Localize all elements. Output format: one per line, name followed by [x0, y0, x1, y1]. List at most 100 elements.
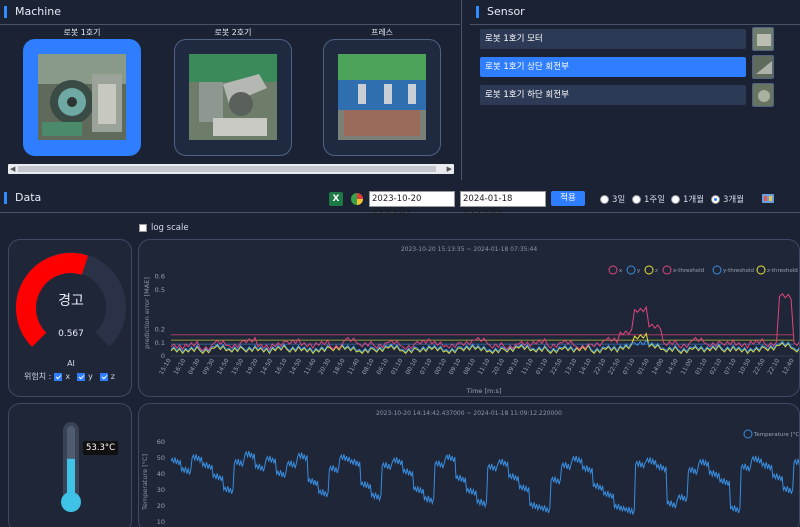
x-tick-label: 01:10 [694, 357, 709, 376]
x-tick-label: 07:10 [419, 357, 434, 376]
axis-x-checkbox[interactable] [54, 372, 63, 381]
y-tick-label: 30 [157, 486, 165, 494]
x-tick-label: 09:10 [448, 357, 463, 376]
legend-marker [608, 265, 618, 275]
range-radio-1week[interactable]: 1주일 [632, 193, 665, 205]
chart-title: 2023-10-20 14:14:42.437000 ~ 2024-01-18 … [376, 410, 562, 417]
x-tick-label: 13:10 [564, 357, 579, 376]
machine-carousel: 로봇 1호기 로봇 2호기 프레스 ◀ ▶ [8, 26, 454, 176]
x-tick-label: 11:40 [346, 357, 361, 376]
sensor-item-motor[interactable]: 로봇 1호기 모터 [480, 29, 746, 49]
x-tick-label: 02:10 [709, 357, 724, 376]
carousel-scrollbar[interactable]: ◀ ▶ [8, 164, 454, 174]
apply-button[interactable]: 적용 [551, 191, 585, 206]
x-tick-label: 22:50 [607, 357, 622, 376]
sensor-item-upper-rotation[interactable]: 로봇 1호기 상단 회전부 [480, 57, 746, 77]
machine-photo-robot2 [189, 54, 277, 140]
x-tick-label: 09:10 [506, 357, 521, 376]
log-scale-label: log scale [151, 223, 189, 233]
y-tick-label: 50 [157, 454, 165, 462]
scroll-left-icon[interactable]: ◀ [10, 165, 15, 173]
sensor-thumb-upper[interactable] [752, 55, 774, 79]
x-tick-label: 15:50 [230, 357, 245, 376]
range-radio-3months[interactable]: 3개월 [711, 193, 744, 205]
x-tick-label: 18:50 [332, 357, 347, 376]
x-tick-label: 14:00 [651, 357, 666, 376]
x-tick-label: 14:50 [259, 357, 274, 376]
x-tick-label: 00:10 [433, 357, 448, 376]
machine-card-robot1[interactable]: 로봇 1호기 [23, 26, 141, 156]
legend-label: y [637, 268, 641, 274]
machine-card-label: 로봇 1호기 [63, 28, 101, 37]
x-tick-label: 01:50 [636, 357, 651, 376]
range-radio-1month[interactable]: 1개월 [671, 193, 704, 205]
thermometer-panel: 53.3°C [8, 403, 132, 527]
x-tick-label: 07:10 [723, 357, 738, 376]
x-tick-label: 15:10 [158, 357, 173, 376]
x-tick-label: 22:50 [549, 357, 564, 376]
log-scale-toggle[interactable]: log scale [139, 223, 189, 233]
x-tick-label: 14:50 [665, 357, 680, 376]
legend-label: Temperature [°C] [753, 432, 799, 438]
y-axis-label: prediction error [MAE] [143, 277, 151, 349]
x-tick-label: 01:10 [390, 357, 405, 376]
temperature-badge: 53.3°C [83, 441, 119, 455]
end-date-input[interactable]: 2024-01-18 13:25:03 [460, 191, 546, 218]
legend-marker [712, 265, 722, 275]
machine-divider [0, 24, 460, 25]
pie-chart-icon[interactable] [350, 192, 364, 206]
axis-z-checkbox[interactable] [99, 372, 108, 381]
legend-label: x [619, 268, 623, 274]
prediction-error-chart: 2023-10-20 15:13:35 ~ 2024-01-18 07:35:4… [143, 246, 799, 395]
x-tick-label: 12:40 [781, 357, 796, 376]
thermometer [61, 422, 81, 512]
y-tick-label: 0 [161, 352, 165, 360]
sensor-thumb-motor[interactable] [752, 27, 774, 51]
y-axis-label: Temperature [°C] [141, 454, 149, 511]
gauge-value: 0.567 [58, 329, 84, 339]
start-date-input[interactable]: 2023-10-20 13:25:03 [369, 191, 455, 218]
x-tick-label: 04:30 [187, 357, 202, 376]
excel-export-icon[interactable]: X [329, 192, 343, 206]
x-tick-label: 09:30 [201, 357, 216, 376]
y-tick-label: 20 [157, 502, 165, 510]
sensor-item-lower-rotation[interactable]: 로봇 1호기 하단 회전부 [480, 85, 746, 105]
machine-card-robot2[interactable]: 로봇 2호기 [174, 26, 292, 156]
y-tick-label: 0.1 [155, 339, 165, 347]
machine-card-label: 프레스 [370, 28, 394, 37]
sensor-thumb-lower[interactable] [752, 83, 774, 107]
machine-card-label: 로봇 2호기 [214, 28, 252, 37]
data-section-title: Data [4, 192, 41, 204]
temperature-panel: 2023-10-20 14:14:42.437000 ~ 2024-01-18 … [138, 403, 800, 527]
scroll-right-icon[interactable]: ▶ [447, 165, 452, 173]
gauge-model-label: AI [67, 359, 75, 368]
x-tick-label: 20:30 [317, 357, 332, 376]
y-tick-label: 0.2 [155, 326, 165, 334]
legend-marker [743, 429, 753, 439]
machine-photo-press [338, 54, 426, 140]
thermometer-bulb [61, 492, 81, 512]
x-axis-label: Time [m:s] [466, 387, 502, 395]
gauge-status-label: 경고 [58, 293, 84, 309]
x-tick-label: 16:10 [173, 357, 188, 376]
x-tick-label: 22:10 [767, 357, 782, 376]
legend-label: x-threshold [673, 268, 704, 274]
x-tick-label: 14:10 [578, 357, 593, 376]
y-tick-label: 60 [157, 438, 165, 446]
scrollbar-thumb[interactable] [18, 166, 436, 172]
x-tick-label: 19:20 [245, 357, 260, 376]
prediction-error-panel: 2023-10-20 15:13:35 ~ 2024-01-18 07:35:4… [138, 239, 800, 397]
risk-axis-selector: 위험치 : x y z [24, 372, 115, 381]
refresh-settings-icon[interactable] [761, 192, 775, 205]
y-tick-label: 40 [157, 470, 165, 478]
gauge-panel: 경고 0.567 AI 위험치 : x y z [8, 239, 132, 397]
range-radio-3days[interactable]: 3일 [600, 193, 625, 205]
x-tick-label: 08:10 [361, 357, 376, 376]
legend-label: y-threshold [723, 268, 754, 274]
axis-y-checkbox[interactable] [77, 372, 86, 381]
machine-card-press[interactable]: 프레스 [323, 26, 441, 156]
x-tick-label: 11:10 [477, 357, 492, 376]
log-scale-checkbox[interactable] [139, 224, 147, 232]
x-tick-label: 16:10 [274, 357, 289, 376]
x-tick-label: 01:10 [535, 357, 550, 376]
